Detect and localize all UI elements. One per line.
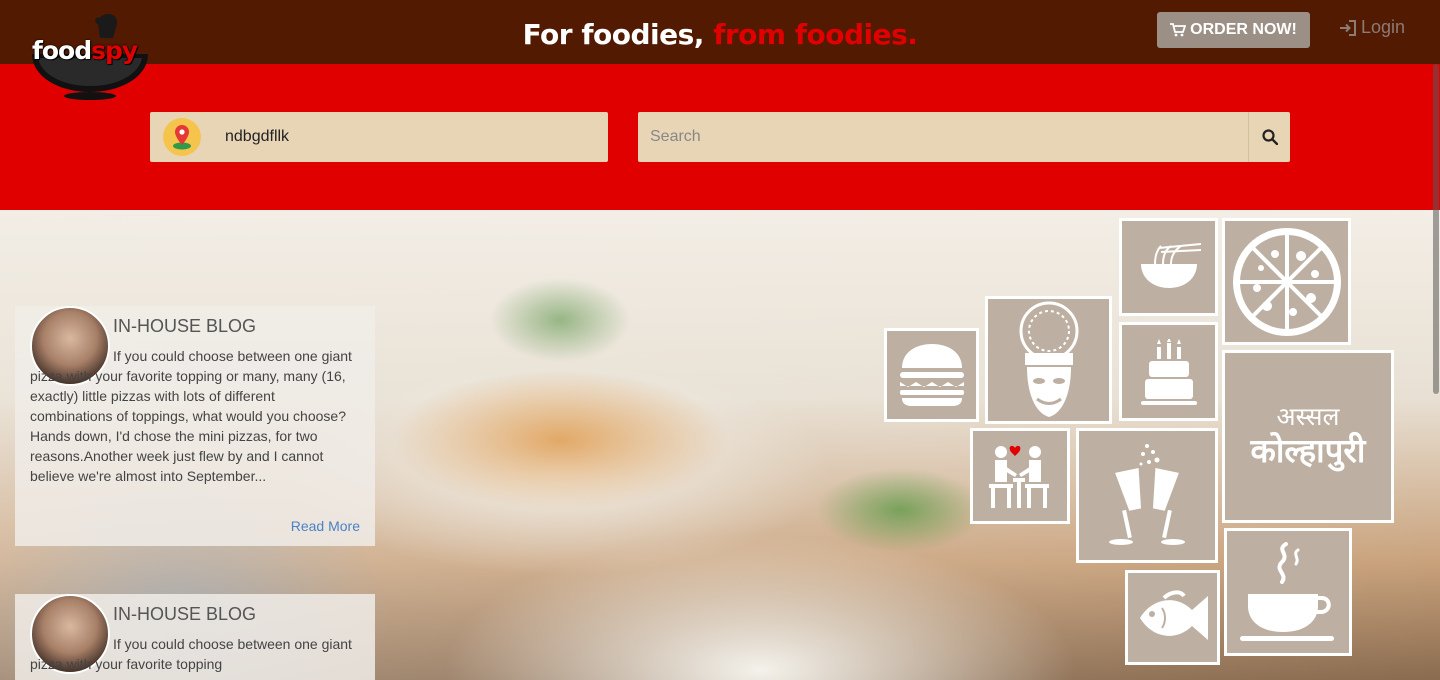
champagne-icon xyxy=(1109,443,1185,545)
cake-icon xyxy=(1140,338,1197,405)
login-link[interactable]: Login xyxy=(1339,17,1405,38)
blog-excerpt: If you could choose between one giant pi… xyxy=(30,348,352,484)
blog-card[interactable]: IN-HOUSE BLOG If you could choose betwee… xyxy=(15,306,375,546)
page-scrollbar[interactable] xyxy=(1432,64,1440,680)
search-input[interactable] xyxy=(638,112,1248,162)
order-now-label: ORDER NOW! xyxy=(1190,21,1297,38)
noodles-icon xyxy=(1140,243,1201,288)
login-icon xyxy=(1340,19,1356,36)
cart-icon xyxy=(1170,23,1187,37)
logo-food: food xyxy=(32,36,92,65)
pizza-tile[interactable] xyxy=(1222,218,1351,345)
order-now-button[interactable]: ORDER NOW! xyxy=(1157,12,1310,48)
blog-title: IN-HOUSE BLOG xyxy=(113,604,257,624)
map-pin-icon xyxy=(163,118,201,156)
blog-excerpt: If you could choose between one giant pi… xyxy=(30,636,352,672)
kolhapuri-line2: कोल्हापुरी xyxy=(1250,430,1366,470)
tagline-main: For foodies, xyxy=(522,18,714,51)
couple-date-icon xyxy=(989,445,1049,508)
location-field[interactable]: ndbgdfllk xyxy=(150,112,608,162)
pizza-icon xyxy=(1232,227,1341,336)
beverages-tile[interactable] xyxy=(1224,528,1352,656)
kathakali-icon xyxy=(1019,301,1078,417)
blog-title: IN-HOUSE BLOG xyxy=(113,316,257,336)
noodles-tile[interactable] xyxy=(1119,218,1218,316)
search-icon xyxy=(1261,129,1278,145)
foodspy-logo[interactable]: foodspy xyxy=(28,10,152,102)
blog-card[interactable]: IN-HOUSE BLOG If you could choose betwee… xyxy=(15,594,375,680)
kolhapuri-tile[interactable]: अस्सल कोल्हापुरी xyxy=(1222,350,1394,523)
burger-icon xyxy=(899,344,964,406)
fish-icon xyxy=(1139,589,1208,640)
search-button[interactable] xyxy=(1248,112,1290,162)
burger-tile[interactable] xyxy=(884,328,979,422)
kathakali-tile[interactable] xyxy=(985,296,1112,424)
read-more-link[interactable]: Read More xyxy=(291,518,360,534)
tagline-accent: from foodies. xyxy=(713,18,918,51)
logo-wordmark: foodspy xyxy=(32,36,138,65)
drinks-tile[interactable] xyxy=(1076,428,1218,563)
logo-spy: spy xyxy=(91,36,138,65)
search-bar xyxy=(638,112,1290,162)
kolhapuri-line1: अस्सल xyxy=(1276,402,1340,432)
coffee-cup-icon xyxy=(1240,542,1334,641)
cake-tile[interactable] xyxy=(1119,322,1218,421)
date-night-tile[interactable] xyxy=(970,428,1070,524)
login-label: Login xyxy=(1361,17,1406,37)
seafood-tile[interactable] xyxy=(1125,570,1220,665)
location-value: ndbgdfllk xyxy=(225,128,290,145)
scrollbar-thumb[interactable] xyxy=(1433,64,1439,394)
